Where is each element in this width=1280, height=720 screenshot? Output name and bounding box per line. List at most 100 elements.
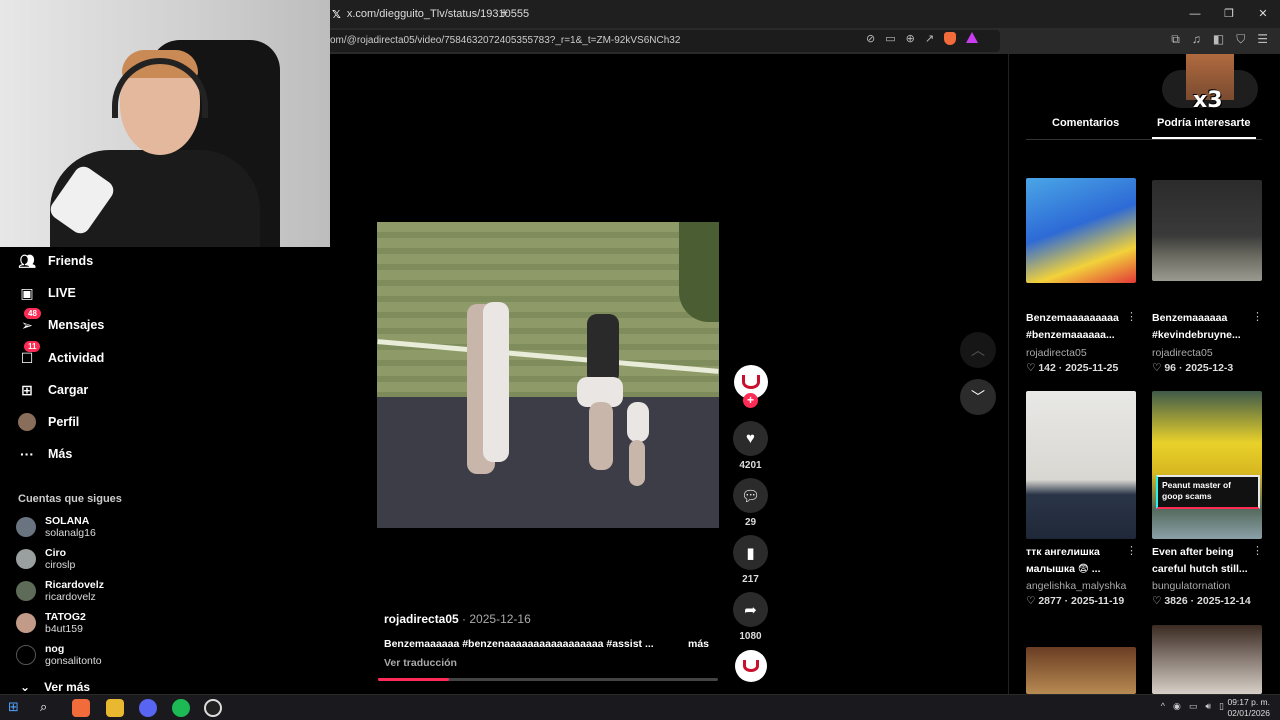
card-author[interactable]: bungulatornation [1152, 580, 1230, 592]
brave-shield-icon[interactable] [944, 32, 957, 45]
discord-icon[interactable] [139, 699, 157, 717]
see-more-button[interactable]: ⌄ Ver más [20, 680, 90, 694]
windows-taskbar: ⊞ ⌕ ^ ◉ ▭ 🔊︎ ▯ 09:17 p. m. 02/01/2026 [0, 694, 1280, 720]
like-count: 4201 [739, 460, 762, 471]
previous-video-button[interactable]: ︿ [960, 332, 996, 368]
following-item[interactable]: Ricardovelz ricardovelz [16, 579, 104, 603]
card-meta: ♡ 3826 · 2025-12-14 [1152, 595, 1251, 607]
comment-button[interactable]: 💬︎ [733, 478, 768, 513]
screen-icon[interactable]: ▭ [885, 32, 895, 45]
video-thumbnail[interactable] [1152, 625, 1262, 694]
share-button[interactable]: ➦ [733, 592, 768, 627]
nav-activity[interactable]: ☐ 11 Actividad [18, 341, 104, 367]
nav-profile[interactable]: Perfil [18, 413, 79, 431]
more-icon: ··· [20, 446, 34, 462]
bookmark-icon: ▮ [746, 544, 755, 562]
progress-fill [378, 678, 450, 681]
post-author[interactable]: rojadirecta05 · 2025-12-16 [384, 612, 531, 626]
nav-live[interactable]: ▣ LIVE [18, 284, 75, 302]
window-controls: — ❐ ✕ [1178, 0, 1280, 28]
following-item[interactable]: nog gonsalitonto [16, 643, 102, 667]
nav-upload[interactable]: ⊞ Cargar [18, 381, 88, 399]
comment-icon: 💬︎ [740, 487, 761, 505]
share-icon[interactable]: ↗ [925, 32, 934, 45]
heart-outline-icon: ♡ [1152, 362, 1165, 374]
nav-more[interactable]: ··· Más [18, 445, 72, 463]
chevron-down-icon: ⌄ [20, 680, 31, 694]
rojadirecta-logo-icon [742, 375, 760, 389]
following-item[interactable]: Ciro ciroslp [16, 547, 75, 571]
obs-icon[interactable] [204, 699, 222, 717]
kebab-menu-icon[interactable]: ⋮ [1126, 544, 1137, 557]
chevron-down-icon: ﹀ [971, 389, 985, 405]
battery-icon[interactable]: ▯ [1219, 701, 1224, 712]
video-thumbnail[interactable] [1152, 391, 1262, 539]
messages-badge: 48 [24, 308, 41, 319]
card-title[interactable]: Benzemaaaaaaaaa #benzemaaaaaa... [1026, 310, 1126, 344]
translate-icon[interactable]: ⧉ [1171, 32, 1180, 47]
card-title[interactable]: Benzemaaaaaa #kevindebruyne... [1152, 310, 1252, 344]
more-button[interactable]: más [688, 638, 709, 650]
menu-icon[interactable]: ☰ [1257, 32, 1268, 47]
card-author[interactable]: rojadirecta05 [1026, 347, 1087, 359]
card-meta: ♡ 2877 · 2025-11-19 [1026, 595, 1125, 607]
new-tab-button[interactable]: + [500, 4, 508, 20]
url-icons: ⊘ ▭ ⊕ ↗ [866, 32, 979, 45]
heart-outline-icon: ♡ [1026, 595, 1039, 607]
card-title[interactable]: Even after being careful hutch still... [1152, 544, 1252, 578]
restore-button[interactable]: ❐ [1212, 0, 1246, 28]
following-item[interactable]: SOLANA solanalg16 [16, 515, 96, 539]
shield-icon[interactable]: ⛉ [1236, 32, 1245, 47]
video-thumbnail[interactable] [1026, 391, 1136, 539]
steam-icon[interactable]: ◉ [1173, 701, 1181, 712]
video-progress-bar[interactable] [378, 678, 718, 681]
nav-friends[interactable]: 👥︎ Friends [18, 252, 93, 270]
following-item[interactable]: TATOG2 b4ut159 [16, 611, 86, 635]
brave-browser-icon[interactable] [72, 699, 90, 717]
heart-outline-icon: ♡ [1152, 595, 1165, 607]
spotify-icon[interactable] [172, 699, 190, 717]
browser-tab[interactable]: 𝕏 x.com/diegguito_Tlv/status/19310555 [332, 4, 529, 24]
windows-start-icon[interactable]: ⊞ [8, 699, 26, 717]
card-author[interactable]: angelishka_malyshka [1026, 580, 1126, 592]
sidebar-icon[interactable]: ◧ [1213, 32, 1224, 47]
chevron-up-icon[interactable]: ^ [1161, 701, 1165, 712]
nav-messages[interactable]: ➢ 48 Mensajes [18, 308, 104, 334]
card-author[interactable]: rojadirecta05 [1152, 347, 1213, 359]
music-icon[interactable]: ♫ [1192, 32, 1201, 47]
person-figure [483, 302, 509, 462]
translate-button[interactable]: Ver traducción [384, 657, 457, 669]
heart-icon: ♥ [746, 430, 755, 447]
kebab-menu-icon[interactable]: ⋮ [1252, 310, 1263, 323]
card-title[interactable]: ттк ангелишка малышка 😨 ... [1026, 544, 1126, 578]
video-player[interactable] [377, 222, 719, 528]
activity-badge: 11 [24, 341, 41, 352]
card-meta: ♡ 142 · 2025-11-25 [1026, 362, 1119, 374]
follow-button[interactable]: + [743, 393, 758, 408]
brave-rewards-icon[interactable] [966, 32, 979, 43]
video-thumbnail[interactable] [1026, 647, 1136, 694]
close-button[interactable]: ✕ [1246, 0, 1280, 28]
clock[interactable]: 09:17 p. m. 02/01/2026 [1227, 697, 1270, 719]
video-thumbnail[interactable] [1152, 180, 1262, 281]
avatar [16, 581, 36, 601]
zoom-icon[interactable]: ⊕ [906, 32, 915, 45]
tab-suggested[interactable]: Podría interesarte [1157, 117, 1251, 129]
tab-comments[interactable]: Comentarios [1052, 117, 1119, 129]
kebab-menu-icon[interactable]: ⋮ [1252, 544, 1263, 557]
person-figure [587, 314, 619, 384]
next-video-button[interactable]: ﹀ [960, 379, 996, 415]
search-icon[interactable]: ⌕ [40, 699, 58, 717]
share-count: 1080 [739, 631, 762, 642]
kebab-menu-icon[interactable]: ⋮ [1126, 310, 1137, 323]
music-disc[interactable] [735, 650, 767, 682]
minimize-button[interactable]: — [1178, 0, 1212, 28]
like-button[interactable]: ♥ [733, 421, 768, 456]
no-tracking-icon[interactable]: ⊘ [866, 32, 875, 45]
save-button[interactable]: ▮ [733, 535, 768, 570]
video-thumbnail[interactable] [1026, 178, 1136, 283]
network-icon[interactable]: ▭ [1189, 701, 1198, 712]
following-title: Cuentas que sigues [18, 493, 122, 505]
file-explorer-icon[interactable] [106, 699, 124, 717]
volume-icon[interactable]: 🔊︎ [1205, 701, 1211, 712]
